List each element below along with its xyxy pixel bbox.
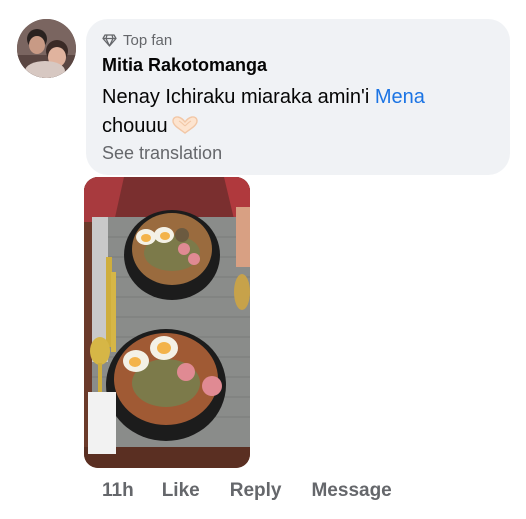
comment-text: Nenay Ichiraku miaraka amin'i Mena chouu… (102, 83, 497, 144)
like-button[interactable]: Like (162, 480, 200, 502)
reply-button[interactable]: Reply (230, 480, 282, 502)
comment-author[interactable]: Mitia Rakotomanga (102, 55, 267, 76)
avatar-photo (17, 19, 76, 78)
heart-hands-icon (170, 115, 200, 144)
top-fan-badge[interactable]: Top fan (102, 32, 172, 49)
ramen-bowls-image (84, 177, 250, 468)
avatar[interactable] (17, 19, 76, 78)
diamond-icon (102, 34, 117, 47)
see-translation-link[interactable]: See translation (102, 143, 222, 164)
mention-link[interactable]: Mena (375, 86, 425, 108)
timestamp-link[interactable]: 11h (102, 480, 134, 502)
comment-text-part: Nenay Ichiraku miaraka amin'i (102, 86, 375, 108)
comment-text-part: chouuu (102, 115, 168, 137)
comment-photo[interactable] (84, 177, 250, 468)
message-button[interactable]: Message (311, 480, 391, 502)
comment-actions: 11h Like Reply Message (102, 480, 392, 502)
badge-label: Top fan (123, 32, 173, 49)
